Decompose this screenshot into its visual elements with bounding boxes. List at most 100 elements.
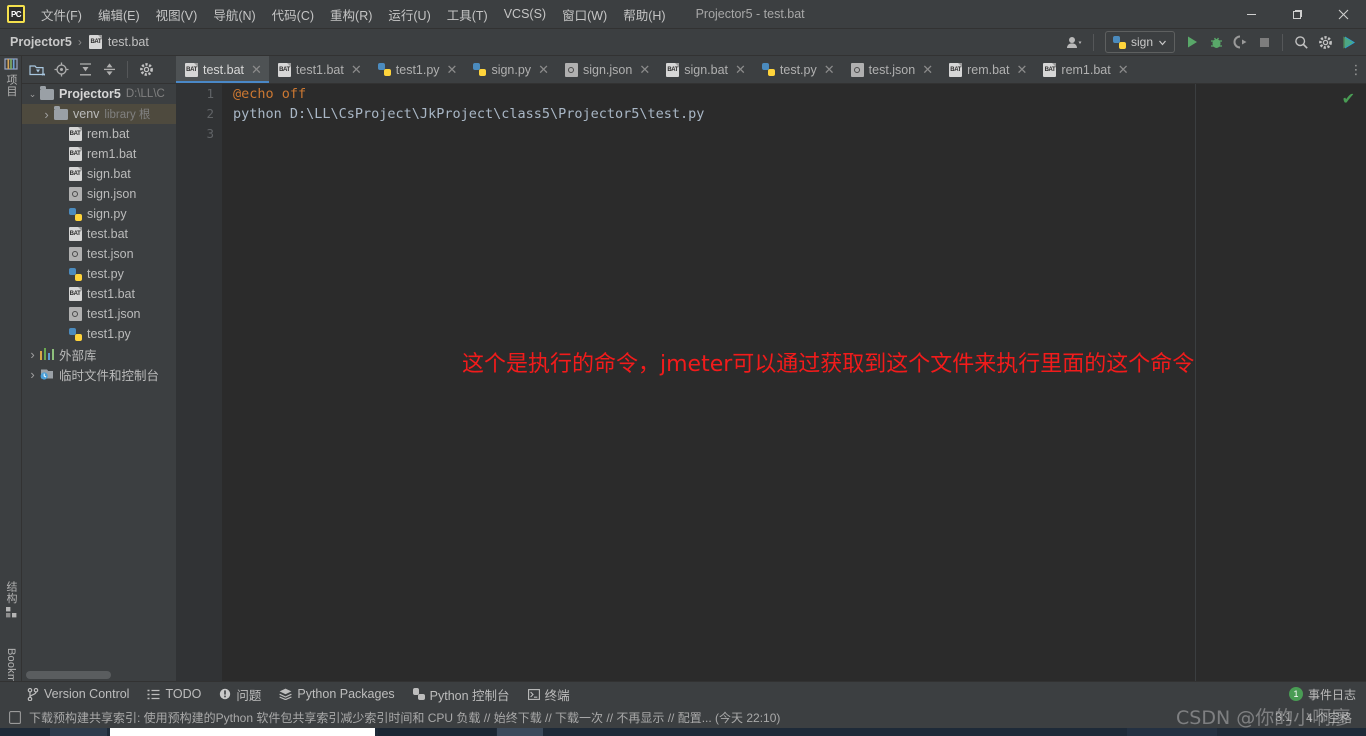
tree-row[interactable]: test1.py: [22, 324, 176, 344]
run-button[interactable]: [1181, 31, 1203, 53]
at-token: @: [233, 86, 242, 102]
close-icon[interactable]: ✕: [824, 62, 835, 78]
tree-row[interactable]: sign.json: [22, 184, 176, 204]
project-horizontal-scrollbar[interactable]: [22, 668, 176, 681]
tree-row[interactable]: BAT rem.bat: [22, 124, 176, 144]
menu-item-edit[interactable]: 编辑(E): [90, 2, 148, 27]
chevron-down-icon[interactable]: ⌄: [26, 89, 39, 100]
chevron-right-icon[interactable]: ›: [26, 367, 39, 382]
taskbar-item[interactable]: [545, 728, 1125, 736]
tool-window-version-control[interactable]: Version Control: [18, 682, 138, 707]
tree-row[interactable]: test.py: [22, 264, 176, 284]
menu-item-run[interactable]: 运行(U): [380, 2, 438, 27]
sidebar-tab-structure[interactable]: 结构: [0, 581, 22, 621]
close-icon[interactable]: ✕: [735, 62, 746, 78]
tree-row[interactable]: BAT rem1.bat: [22, 144, 176, 164]
taskbar-item[interactable]: [378, 728, 496, 736]
notification-icon[interactable]: [9, 710, 21, 724]
close-icon[interactable]: ✕: [351, 62, 362, 78]
close-icon[interactable]: ✕: [1017, 62, 1028, 78]
close-icon[interactable]: ✕: [538, 62, 549, 78]
editor-tab[interactable]: sign.json ✕: [556, 56, 657, 83]
updates-icon[interactable]: [1338, 31, 1360, 53]
editor-tab[interactable]: test.py ✕: [753, 56, 842, 83]
tree-row[interactable]: BAT sign.bat: [22, 164, 176, 184]
menu-bar: 文件(F) 编辑(E) 视图(V) 导航(N) 代码(C) 重构(R) 运行(U…: [33, 0, 674, 29]
editor-tab[interactable]: sign.py ✕: [464, 56, 556, 83]
editor-tab[interactable]: test1.py ✕: [369, 56, 465, 83]
editor-tab[interactable]: BAT rem1.bat ✕: [1034, 56, 1135, 83]
editor-tab[interactable]: BAT test1.bat ✕: [269, 56, 369, 83]
project-settings-gear-icon[interactable]: [135, 59, 157, 81]
tool-window-terminal[interactable]: 终端: [519, 682, 579, 707]
chevron-right-icon[interactable]: ›: [40, 107, 53, 122]
gear-icon[interactable]: [1314, 31, 1336, 53]
close-icon[interactable]: ✕: [447, 62, 458, 78]
breadcrumb-file[interactable]: test.bat: [108, 35, 149, 49]
menu-item-navigate[interactable]: 导航(N): [205, 2, 263, 27]
event-log-area[interactable]: 1 事件日志: [1288, 686, 1366, 703]
code-editor[interactable]: 1 2 3 @echo off python D:\LL\CsProject\J…: [176, 84, 1366, 681]
collapse-all-icon[interactable]: [98, 59, 120, 81]
indent-setting[interactable]: 4 个空格: [1306, 709, 1352, 726]
tool-window-python-packages[interactable]: Python Packages: [270, 682, 403, 707]
menu-item-code[interactable]: 代码(C): [264, 2, 322, 27]
editor-tab[interactable]: BAT rem.bat ✕: [940, 56, 1034, 83]
tree-row[interactable]: › 外部库: [22, 344, 176, 364]
editor-tab[interactable]: BAT sign.bat ✕: [657, 56, 753, 83]
menu-item-refactor[interactable]: 重构(R): [322, 2, 380, 27]
run-configuration-selector[interactable]: sign: [1104, 31, 1175, 53]
chevron-right-icon[interactable]: ›: [26, 347, 39, 362]
coverage-button[interactable]: [1229, 31, 1251, 53]
tool-window-problems[interactable]: 问题: [210, 682, 270, 707]
menu-item-view[interactable]: 视图(V): [148, 2, 206, 27]
scrollbar-thumb[interactable]: [26, 671, 111, 679]
user-icon[interactable]: [1063, 31, 1086, 53]
editor-tab[interactable]: BAT test.bat ✕: [176, 56, 269, 83]
taskbar-item[interactable]: [497, 728, 543, 736]
close-icon[interactable]: ✕: [639, 62, 650, 78]
caret-position[interactable]: 3:1: [1275, 710, 1292, 724]
code-content[interactable]: @echo off python D:\LL\CsProject\JkProje…: [222, 84, 1366, 681]
locate-icon[interactable]: [50, 59, 72, 81]
tool-window-todo[interactable]: TODO: [138, 682, 210, 707]
project-tree[interactable]: ⌄ Projector5 D:\LL\C › venv library 根 BAT rem.b…: [22, 84, 176, 659]
taskbar-item[interactable]: [1127, 728, 1217, 736]
tool-window-python-console[interactable]: Python 控制台: [404, 682, 519, 707]
close-button[interactable]: [1320, 0, 1366, 29]
tree-row[interactable]: test1.json: [22, 304, 176, 324]
menu-item-tools[interactable]: 工具(T): [439, 2, 496, 27]
breadcrumb-project[interactable]: Projector5: [10, 35, 72, 49]
tree-row[interactable]: › venv library 根: [22, 104, 176, 124]
event-log-label[interactable]: 事件日志: [1308, 686, 1356, 703]
tree-row[interactable]: › 临时文件和控制台: [22, 364, 176, 384]
taskbar-active-window[interactable]: [110, 728, 375, 736]
tab-overflow-menu-icon[interactable]: ⋮: [1346, 56, 1366, 83]
close-icon[interactable]: ✕: [922, 62, 933, 78]
maximize-button[interactable]: [1274, 0, 1320, 29]
menu-item-vcs[interactable]: VCS(S): [496, 4, 554, 24]
sidebar-tab-project[interactable]: 项目: [0, 58, 22, 96]
tree-row[interactable]: sign.py: [22, 204, 176, 224]
debug-button[interactable]: [1205, 31, 1227, 53]
status-message[interactable]: 下载预构建共享索引: 使用预构建的Python 软件包共享索引减少索引时间和 C…: [29, 709, 780, 726]
editor-tab-label: rem.bat: [967, 62, 1010, 77]
minimize-button[interactable]: [1228, 0, 1274, 29]
menu-item-help[interactable]: 帮助(H): [615, 2, 673, 27]
taskbar-item[interactable]: [50, 728, 107, 736]
close-icon[interactable]: ✕: [1118, 62, 1129, 78]
tree-row-label: test.json: [87, 247, 134, 261]
close-icon[interactable]: ✕: [251, 62, 262, 78]
tree-row[interactable]: ⌄ Projector5 D:\LL\C: [22, 84, 176, 104]
tree-row[interactable]: BAT test1.bat: [22, 284, 176, 304]
tree-row[interactable]: BAT test.bat: [22, 224, 176, 244]
stop-button[interactable]: [1253, 31, 1275, 53]
expand-all-icon[interactable]: [74, 59, 96, 81]
editor-tab[interactable]: test.json ✕: [842, 56, 940, 83]
inspection-status-icon[interactable]: ✔: [1342, 89, 1355, 109]
menu-item-window[interactable]: 窗口(W): [554, 2, 615, 27]
tree-row[interactable]: test.json: [22, 244, 176, 264]
search-icon[interactable]: [1290, 31, 1312, 53]
select-opened-file-icon[interactable]: [26, 59, 48, 81]
menu-item-file[interactable]: 文件(F): [33, 2, 90, 27]
